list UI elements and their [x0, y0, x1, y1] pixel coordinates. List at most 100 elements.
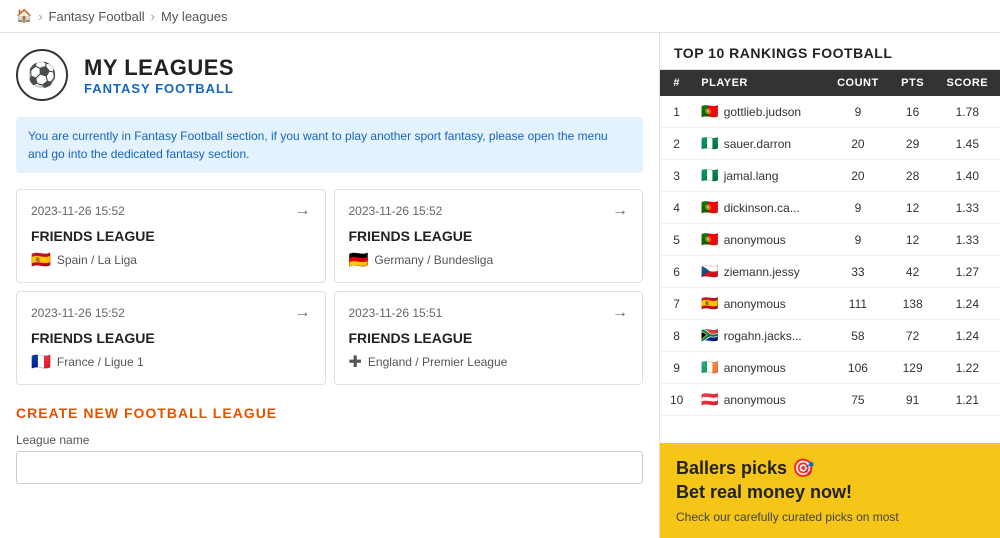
cell-count: 9	[825, 192, 890, 224]
player-name: ziemann.jessy	[724, 265, 800, 279]
create-league-title: CREATE NEW FOOTBALL LEAGUE	[16, 405, 643, 421]
cell-rank: 10	[660, 384, 693, 416]
league-name-3: FRIENDS LEAGUE	[349, 330, 629, 346]
cell-count: 111	[825, 288, 890, 320]
league-name-label: League name	[16, 433, 643, 447]
league-flag-row-1: 🇩🇪 Germany / Bundesliga	[349, 250, 629, 270]
league-flag-row-3: ✚ England / Premier League	[349, 352, 629, 372]
player-flag: 🇳🇬	[701, 167, 718, 184]
player-flag: 🇿🇦	[701, 327, 718, 344]
cell-pts: 28	[891, 160, 935, 192]
player-flag: 🇵🇹	[701, 199, 718, 216]
table-row[interactable]: 3 🇳🇬 jamal.lang 20 28 1.40	[660, 160, 1000, 192]
arrow-icon-0: →	[295, 202, 311, 220]
rankings-title: TOP 10 RANKINGS FOOTBALL	[660, 33, 1000, 70]
col-player: PLAYER	[693, 70, 825, 96]
right-panel: TOP 10 RANKINGS FOOTBALL # PLAYER COUNT …	[660, 33, 1000, 538]
table-row[interactable]: 8 🇿🇦 rogahn.jacks... 58 72 1.24	[660, 320, 1000, 352]
cell-pts: 129	[891, 352, 935, 384]
cell-player: 🇮🇪 anonymous	[693, 352, 825, 383]
league-competition-3: England / Premier League	[368, 355, 507, 369]
league-flag-1: 🇩🇪	[349, 250, 369, 270]
cell-score: 1.22	[935, 352, 1000, 384]
league-name-1: FRIENDS LEAGUE	[349, 228, 629, 244]
cell-player: 🇵🇹 dickinson.ca...	[693, 192, 825, 223]
table-row[interactable]: 4 🇵🇹 dickinson.ca... 9 12 1.33	[660, 192, 1000, 224]
player-flag: 🇵🇹	[701, 103, 718, 120]
rankings-table: # PLAYER COUNT PTS SCORE 1 🇵🇹 gottlieb.j…	[660, 70, 1000, 416]
cell-score: 1.33	[935, 192, 1000, 224]
arrow-icon-2: →	[295, 304, 311, 322]
league-flag-row-0: 🇪🇸 Spain / La Liga	[31, 250, 311, 270]
table-row[interactable]: 2 🇳🇬 sauer.darron 20 29 1.45	[660, 128, 1000, 160]
cell-player: 🇵🇹 anonymous	[693, 224, 825, 255]
table-row[interactable]: 9 🇮🇪 anonymous 106 129 1.22	[660, 352, 1000, 384]
league-flag-row-2: 🇫🇷 France / Ligue 1	[31, 352, 311, 372]
player-name: rogahn.jacks...	[724, 329, 802, 343]
cell-score: 1.24	[935, 320, 1000, 352]
league-card-3[interactable]: 2023-11-26 15:51 → FRIENDS LEAGUE ✚ Engl…	[334, 291, 644, 385]
table-row[interactable]: 10 🇦🇹 anonymous 75 91 1.21	[660, 384, 1000, 416]
cell-player: 🇿🇦 rogahn.jacks...	[693, 320, 825, 351]
league-flag-3: ✚	[349, 352, 362, 372]
page-subtitle: FANTASY FOOTBALL	[84, 81, 234, 96]
cell-rank: 4	[660, 192, 693, 224]
promo-subtitle: Check our carefully curated picks on mos…	[676, 510, 984, 524]
home-icon[interactable]: 🏠	[16, 8, 32, 24]
cell-count: 9	[825, 224, 890, 256]
page-title: MY LEAGUES	[84, 55, 234, 81]
cell-score: 1.21	[935, 384, 1000, 416]
promo-banner[interactable]: Ballers picks 🎯Bet real money now! Check…	[660, 443, 1000, 538]
cell-pts: 12	[891, 224, 935, 256]
league-name-2: FRIENDS LEAGUE	[31, 330, 311, 346]
league-date-1: 2023-11-26 15:52	[349, 204, 443, 218]
cell-count: 9	[825, 96, 890, 128]
player-name: dickinson.ca...	[724, 201, 800, 215]
league-name-input[interactable]	[16, 451, 643, 484]
player-flag: 🇳🇬	[701, 135, 718, 152]
breadcrumb-sep-1: ›	[38, 9, 42, 24]
league-card-0[interactable]: 2023-11-26 15:52 → FRIENDS LEAGUE 🇪🇸 Spa…	[16, 189, 326, 283]
breadcrumb-my-leagues: My leagues	[161, 9, 227, 24]
page-header: ⚽ MY LEAGUES FANTASY FOOTBALL	[16, 49, 643, 101]
cell-score: 1.24	[935, 288, 1000, 320]
player-flag: 🇨🇿	[701, 263, 718, 280]
cell-score: 1.33	[935, 224, 1000, 256]
rankings-section: TOP 10 RANKINGS FOOTBALL # PLAYER COUNT …	[660, 33, 1000, 443]
cell-rank: 1	[660, 96, 693, 128]
league-card-header-3: 2023-11-26 15:51 →	[349, 304, 629, 322]
cell-player: 🇳🇬 jamal.lang	[693, 160, 825, 191]
cell-rank: 7	[660, 288, 693, 320]
cell-rank: 3	[660, 160, 693, 192]
league-card-2[interactable]: 2023-11-26 15:52 → FRIENDS LEAGUE 🇫🇷 Fra…	[16, 291, 326, 385]
cell-rank: 6	[660, 256, 693, 288]
cell-count: 58	[825, 320, 890, 352]
cell-score: 1.27	[935, 256, 1000, 288]
league-date-0: 2023-11-26 15:52	[31, 204, 125, 218]
create-league-section: CREATE NEW FOOTBALL LEAGUE League name	[16, 405, 643, 484]
league-flag-0: 🇪🇸	[31, 250, 51, 270]
league-date-2: 2023-11-26 15:52	[31, 306, 125, 320]
league-competition-1: Germany / Bundesliga	[374, 253, 493, 267]
breadcrumb-fantasy-football[interactable]: Fantasy Football	[49, 9, 145, 24]
cell-count: 20	[825, 128, 890, 160]
league-competition-2: France / Ligue 1	[57, 355, 144, 369]
league-grid: 2023-11-26 15:52 → FRIENDS LEAGUE 🇪🇸 Spa…	[16, 189, 643, 385]
player-name: anonymous	[724, 393, 786, 407]
league-flag-2: 🇫🇷	[31, 352, 51, 372]
league-competition-0: Spain / La Liga	[57, 253, 137, 267]
table-row[interactable]: 7 🇪🇸 anonymous 111 138 1.24	[660, 288, 1000, 320]
cell-rank: 9	[660, 352, 693, 384]
table-row[interactable]: 1 🇵🇹 gottlieb.judson 9 16 1.78	[660, 96, 1000, 128]
table-row[interactable]: 6 🇨🇿 ziemann.jessy 33 42 1.27	[660, 256, 1000, 288]
cell-player: 🇳🇬 sauer.darron	[693, 128, 825, 159]
league-card-1[interactable]: 2023-11-26 15:52 → FRIENDS LEAGUE 🇩🇪 Ger…	[334, 189, 644, 283]
league-card-header-2: 2023-11-26 15:52 →	[31, 304, 311, 322]
col-count: COUNT	[825, 70, 890, 96]
player-name: anonymous	[724, 233, 786, 247]
player-name: anonymous	[724, 361, 786, 375]
cell-pts: 29	[891, 128, 935, 160]
cell-player: 🇦🇹 anonymous	[693, 384, 825, 415]
football-icon: ⚽	[16, 49, 68, 101]
table-row[interactable]: 5 🇵🇹 anonymous 9 12 1.33	[660, 224, 1000, 256]
